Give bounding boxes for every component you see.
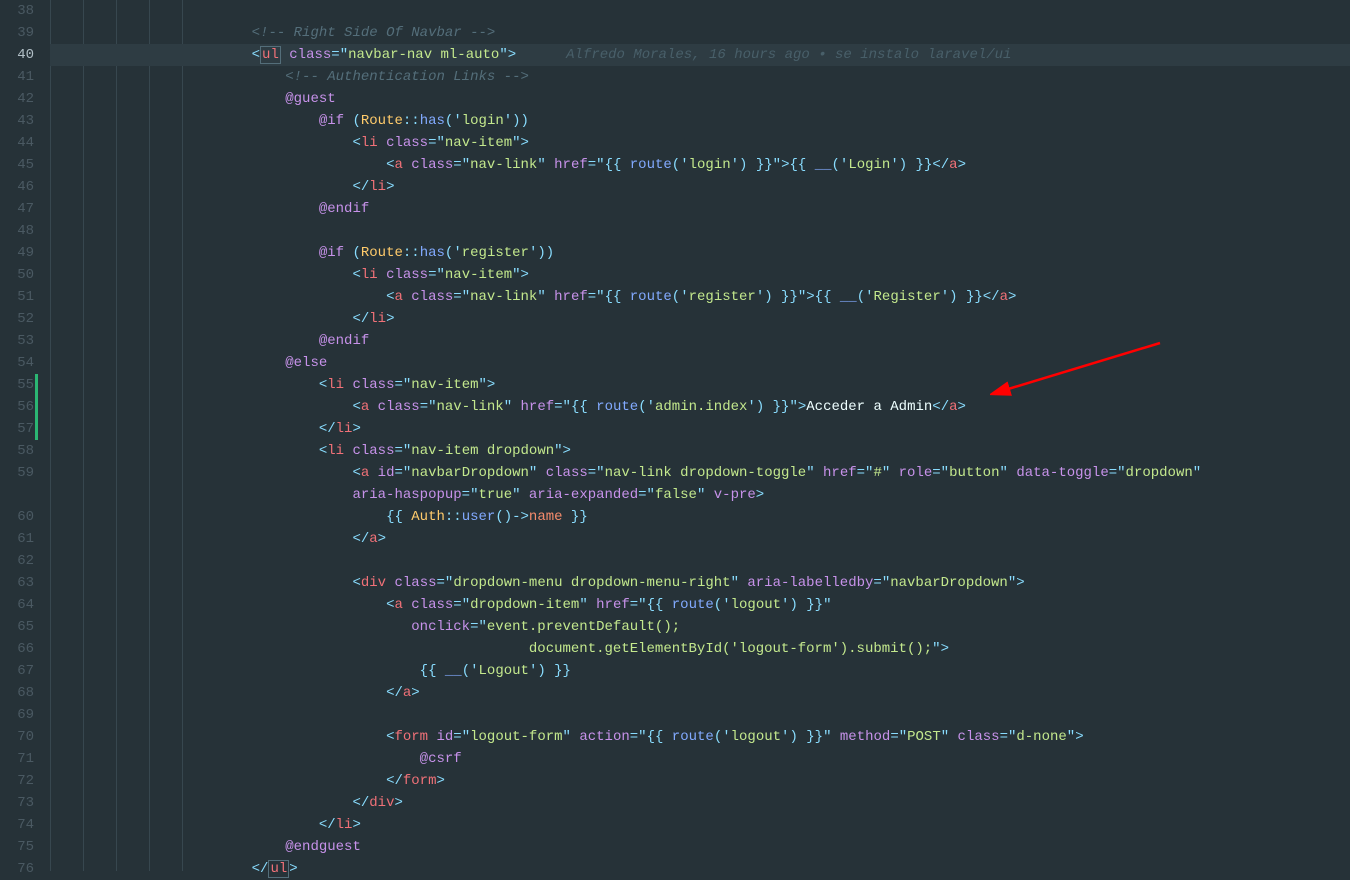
line-number: 68 <box>0 682 34 704</box>
code-line[interactable] <box>50 220 1350 242</box>
code-line[interactable]: </a> <box>50 528 1350 550</box>
code-line-active[interactable]: <ul class="navbar-nav ml-auto">Alfredo M… <box>50 44 1350 66</box>
line-number: 75 <box>0 836 34 858</box>
line-number: 39 <box>0 22 34 44</box>
line-number: 54 <box>0 352 34 374</box>
code-line[interactable]: <div class="dropdown-menu dropdown-menu-… <box>50 572 1350 594</box>
code-line[interactable] <box>50 704 1350 726</box>
code-line[interactable]: <form id="logout-form" action="{{ route(… <box>50 726 1350 748</box>
code-line[interactable]: <li class="nav-item dropdown"> <box>50 440 1350 462</box>
line-number: 49 <box>0 242 34 264</box>
code-line[interactable]: <li class="nav-item"> <box>50 132 1350 154</box>
line-number: 51 <box>0 286 34 308</box>
code-line[interactable]: @if (Route::has('register')) <box>50 242 1350 264</box>
code-line[interactable]: <!-- Authentication Links --> <box>50 66 1350 88</box>
line-number: 50 <box>0 264 34 286</box>
line-number: 74 <box>0 814 34 836</box>
line-number: 59 <box>0 462 34 484</box>
line-number: 69 <box>0 704 34 726</box>
line-number: 58 <box>0 440 34 462</box>
code-line[interactable]: </ul> <box>50 858 1350 880</box>
code-line[interactable]: <a class="nav-link" href="{{ route('admi… <box>50 396 1350 418</box>
line-number-continuation <box>0 484 34 506</box>
code-editor[interactable]: 3839404142434445464748495051525354555657… <box>0 0 1350 871</box>
code-line[interactable]: <li class="nav-item"> <box>50 374 1350 396</box>
code-line[interactable]: @endguest <box>50 836 1350 858</box>
code-line[interactable]: @endif <box>50 198 1350 220</box>
code-line[interactable]: document.getElementById('logout-form').s… <box>50 638 1350 660</box>
line-number-gutter: 3839404142434445464748495051525354555657… <box>0 0 50 871</box>
code-line[interactable]: @else <box>50 352 1350 374</box>
line-number: 55 <box>0 374 34 396</box>
line-number: 46 <box>0 176 34 198</box>
line-number: 48 <box>0 220 34 242</box>
code-line[interactable]: </div> <box>50 792 1350 814</box>
code-line[interactable]: <a id="navbarDropdown" class="nav-link d… <box>50 462 1350 484</box>
code-line[interactable]: </li> <box>50 418 1350 440</box>
line-number: 52 <box>0 308 34 330</box>
code-line[interactable]: {{ Auth::user()->name }} <box>50 506 1350 528</box>
line-number: 70 <box>0 726 34 748</box>
code-line[interactable]: </li> <box>50 814 1350 836</box>
line-number: 72 <box>0 770 34 792</box>
code-line[interactable]: @if (Route::has('login')) <box>50 110 1350 132</box>
line-number: 45 <box>0 154 34 176</box>
code-line[interactable] <box>50 0 1350 22</box>
line-number: 47 <box>0 198 34 220</box>
code-line[interactable]: @guest <box>50 88 1350 110</box>
git-blame-annotation: Alfredo Morales, 16 hours ago • se insta… <box>566 47 1011 63</box>
line-number: 67 <box>0 660 34 682</box>
line-number: 63 <box>0 572 34 594</box>
line-number: 40 <box>0 44 34 66</box>
code-line[interactable]: <a class="dropdown-item" href="{{ route(… <box>50 594 1350 616</box>
code-line[interactable]: </li> <box>50 308 1350 330</box>
line-number: 66 <box>0 638 34 660</box>
code-line[interactable]: </form> <box>50 770 1350 792</box>
git-modified-indicator <box>35 374 38 440</box>
line-number: 65 <box>0 616 34 638</box>
line-number: 41 <box>0 66 34 88</box>
code-line[interactable]: <!-- Right Side Of Navbar --> <box>50 22 1350 44</box>
code-line[interactable]: aria-haspopup="true" aria-expanded="fals… <box>50 484 1350 506</box>
code-line[interactable]: </a> <box>50 682 1350 704</box>
code-line[interactable]: </li> <box>50 176 1350 198</box>
line-number: 62 <box>0 550 34 572</box>
code-area[interactable]: <!-- Right Side Of Navbar --> <ul class=… <box>50 0 1350 871</box>
line-number: 73 <box>0 792 34 814</box>
line-number: 44 <box>0 132 34 154</box>
line-number: 64 <box>0 594 34 616</box>
line-number: 61 <box>0 528 34 550</box>
line-number: 56 <box>0 396 34 418</box>
code-line[interactable]: <a class="nav-link" href="{{ route('regi… <box>50 286 1350 308</box>
code-line[interactable]: <li class="nav-item"> <box>50 264 1350 286</box>
line-number: 57 <box>0 418 34 440</box>
line-number: 43 <box>0 110 34 132</box>
code-line[interactable]: @csrf <box>50 748 1350 770</box>
code-line[interactable]: {{ __('Logout') }} <box>50 660 1350 682</box>
line-number: 71 <box>0 748 34 770</box>
line-number: 53 <box>0 330 34 352</box>
code-line[interactable]: @endif <box>50 330 1350 352</box>
line-number: 42 <box>0 88 34 110</box>
code-line[interactable] <box>50 550 1350 572</box>
line-number: 60 <box>0 506 34 528</box>
line-number: 76 <box>0 858 34 880</box>
code-line[interactable]: onclick="event.preventDefault(); <box>50 616 1350 638</box>
line-number: 38 <box>0 0 34 22</box>
code-line[interactable]: <a class="nav-link" href="{{ route('logi… <box>50 154 1350 176</box>
